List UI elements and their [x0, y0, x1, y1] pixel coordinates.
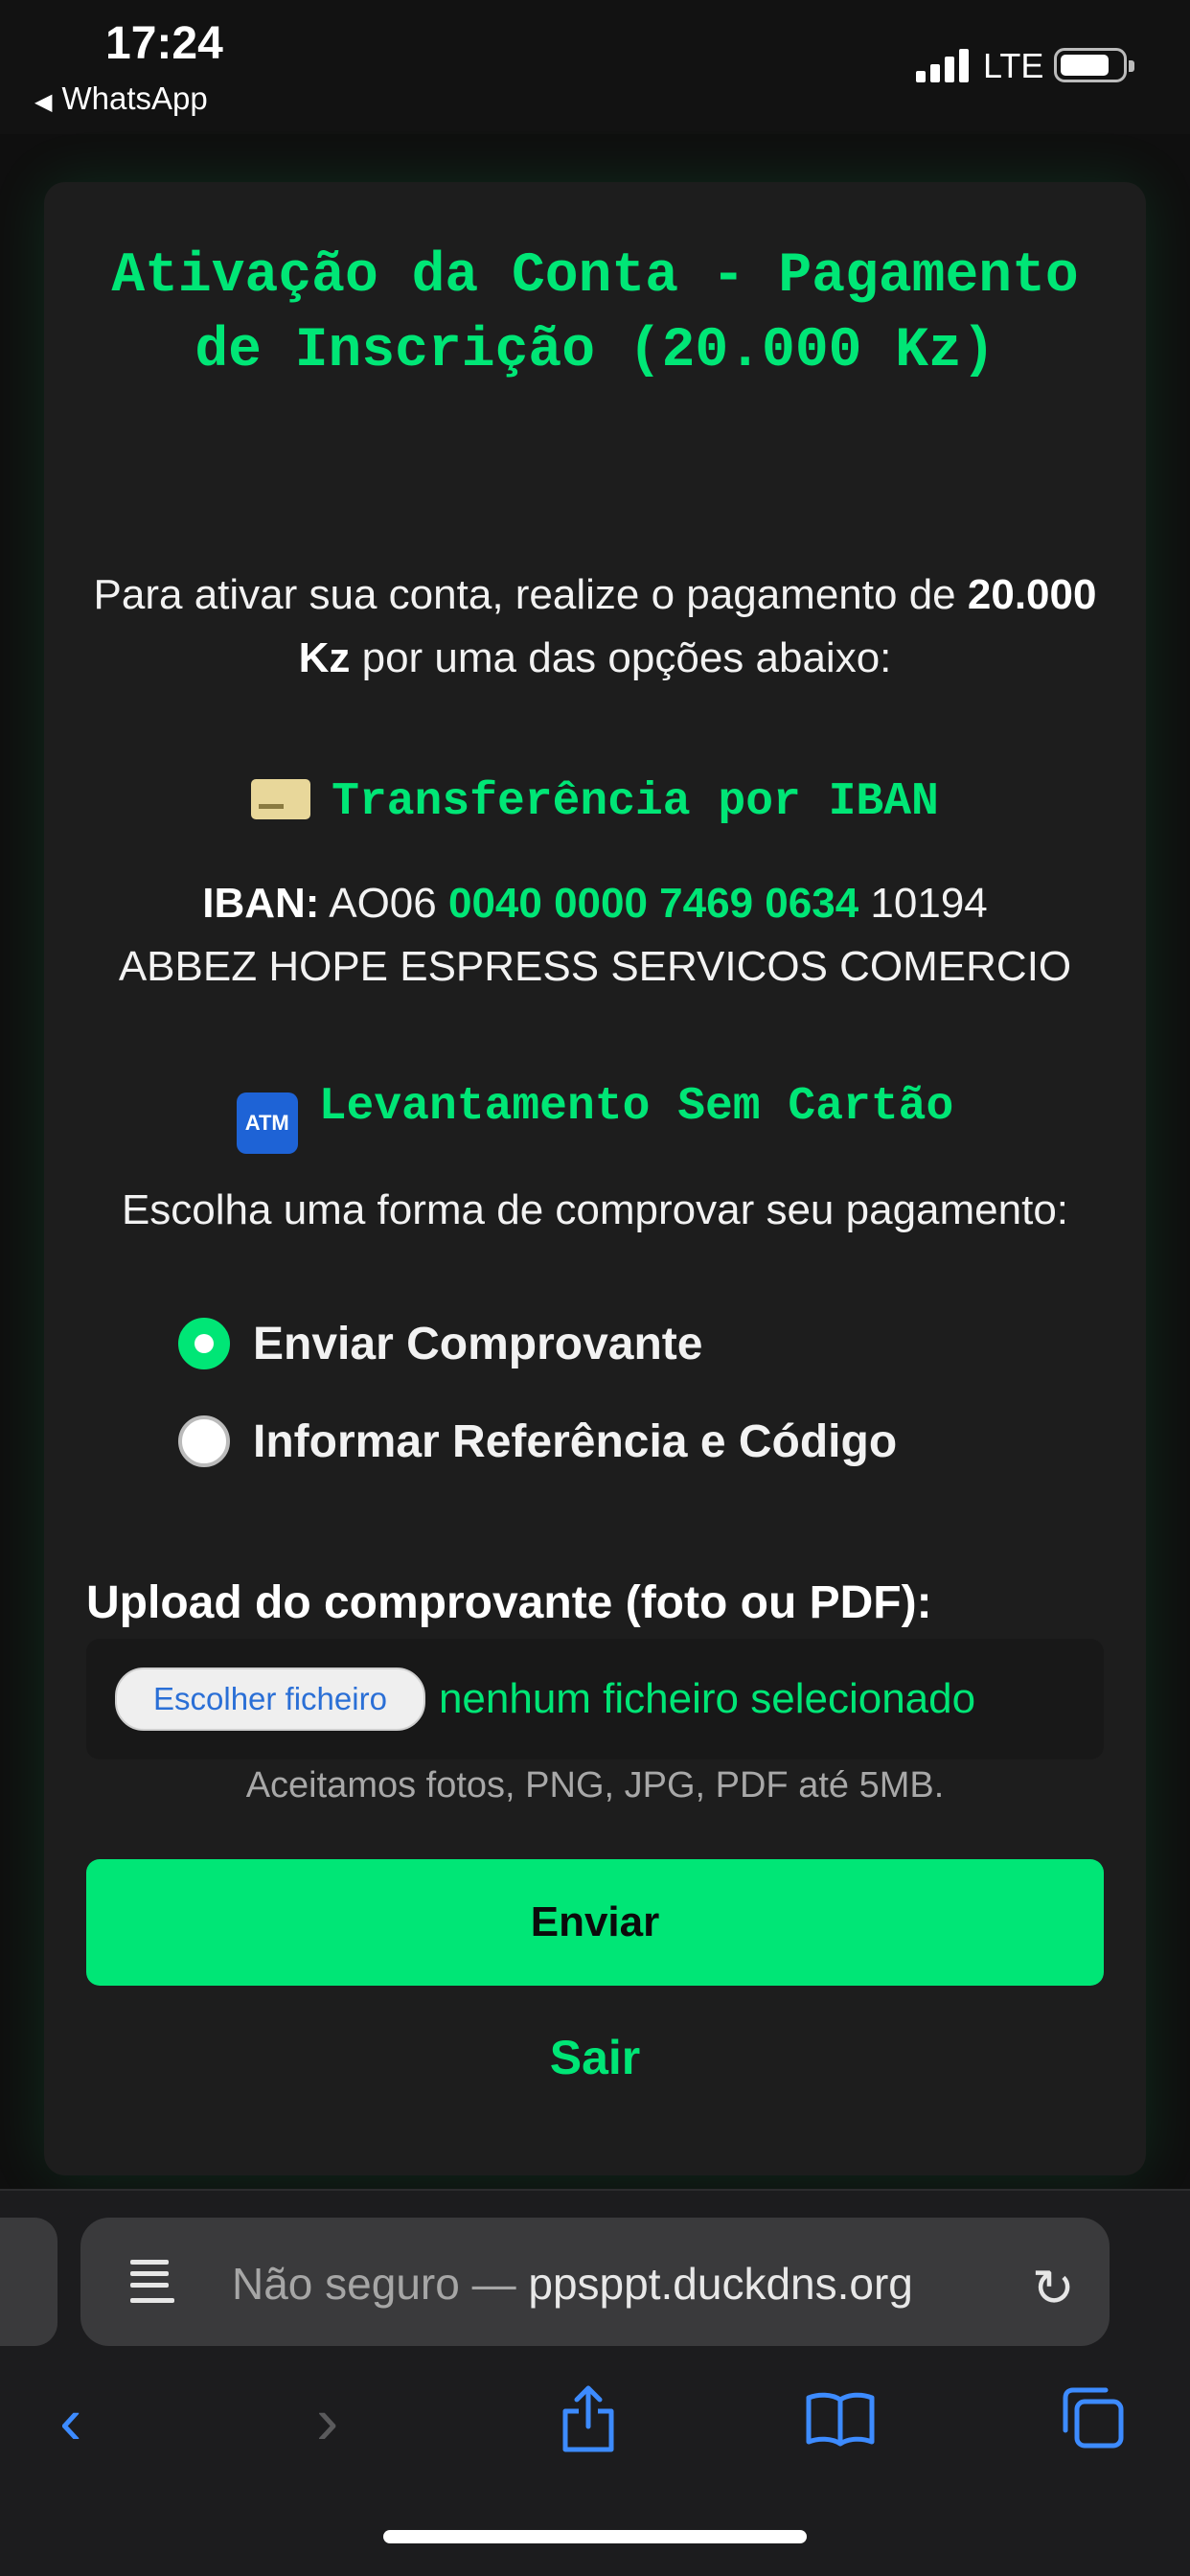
intro-pre: Para ativar sua conta, realize o pagamen… [93, 571, 968, 618]
option-send-receipt[interactable]: Enviar Comprovante [178, 1315, 702, 1372]
radio-reference-code[interactable] [178, 1415, 230, 1467]
atm-section-heading: ATM Levantamento Sem Cartão [82, 1081, 1108, 1154]
submit-button[interactable]: Enviar [86, 1859, 1104, 1986]
iban-label: IBAN: [202, 880, 320, 927]
bookmarks-icon[interactable] [805, 2390, 876, 2448]
signal-icon [916, 48, 973, 82]
atm-icon: ATM [236, 1092, 298, 1154]
intro-text: Para ativar sua conta, realize o pagamen… [82, 564, 1108, 690]
reader-icon[interactable] [130, 2260, 174, 2308]
previous-tab[interactable] [0, 2218, 57, 2346]
status-bar: 17:24 ◀ WhatsApp LTE [0, 0, 1190, 134]
reload-icon[interactable]: ↻ [1032, 2258, 1075, 2318]
page-title: Ativação da Conta - Pagamento de Inscriç… [111, 245, 1079, 382]
choose-proof-text: Escolha uma forma de comprovar seu pagam… [121, 1186, 1069, 1233]
iban-part2: 0040 0000 7469 0634 [447, 880, 859, 927]
file-hint: Aceitamos fotos, PNG, JPG, PDF até 5MB. [245, 1765, 945, 1806]
domain-label: ppsppt.duckdns.org [528, 2259, 913, 2309]
iban-part3: 10194 [858, 880, 988, 927]
battery-icon [1054, 48, 1134, 82]
option-reference-code[interactable]: Informar Referência e Código [178, 1413, 897, 1470]
activation-card: Ativação da Conta - Pagamento de Inscriç… [44, 182, 1146, 2175]
security-label: Não seguro — [232, 2259, 529, 2309]
option-label: Informar Referência e Código [253, 1415, 898, 1467]
back-icon[interactable]: ‹ [59, 2382, 81, 2459]
choose-file-button[interactable]: Escolher ficheiro [115, 1668, 425, 1731]
home-indicator[interactable] [383, 2530, 807, 2543]
file-status: nenhum ficheiro selecionado [438, 1675, 976, 1722]
share-icon[interactable] [560, 2384, 617, 2453]
intro-post: por uma das opções abaixo: [350, 634, 892, 681]
url-text[interactable]: Não seguro — ppsppt.duckdns.org [232, 2258, 913, 2310]
iban-details: IBAN: AO06 0040 0000 7469 0634 10194 ABB… [82, 872, 1108, 999]
network-label: LTE [983, 46, 1044, 85]
back-to-app-link[interactable]: ◀ WhatsApp [34, 80, 208, 117]
file-input[interactable]: Escolher ficheiro nenhum ficheiro seleci… [86, 1639, 1104, 1760]
tabs-icon[interactable] [1060, 2384, 1127, 2451]
iban-part1: AO06 [319, 880, 448, 927]
address-bar[interactable]: Não seguro — ppsppt.duckdns.org ↻ [80, 2218, 1110, 2346]
credit-card-icon [251, 779, 311, 819]
status-time: 17:24 [105, 18, 223, 69]
exit-link[interactable]: Sair [82, 2030, 1108, 2085]
browser-toolbar: Não seguro — ppsppt.duckdns.org ↻ ‹ › [0, 2189, 1190, 2576]
forward-icon[interactable]: › [316, 2382, 338, 2459]
radio-send-receipt[interactable] [178, 1318, 230, 1369]
atm-section-label: Levantamento Sem Cartão [318, 1081, 954, 1133]
upload-label: Upload do comprovante (foto ou PDF): [86, 1577, 932, 1628]
iban-section-heading: Transferência por IBAN [82, 776, 1108, 828]
back-triangle-icon: ◀ [34, 89, 53, 115]
iban-section-label: Transferência por IBAN [332, 776, 939, 828]
back-app-label: WhatsApp [61, 80, 208, 116]
option-label: Enviar Comprovante [253, 1318, 703, 1369]
iban-holder: ABBEZ HOPE ESPRESS SERVICOS COMERCIO [118, 943, 1072, 990]
